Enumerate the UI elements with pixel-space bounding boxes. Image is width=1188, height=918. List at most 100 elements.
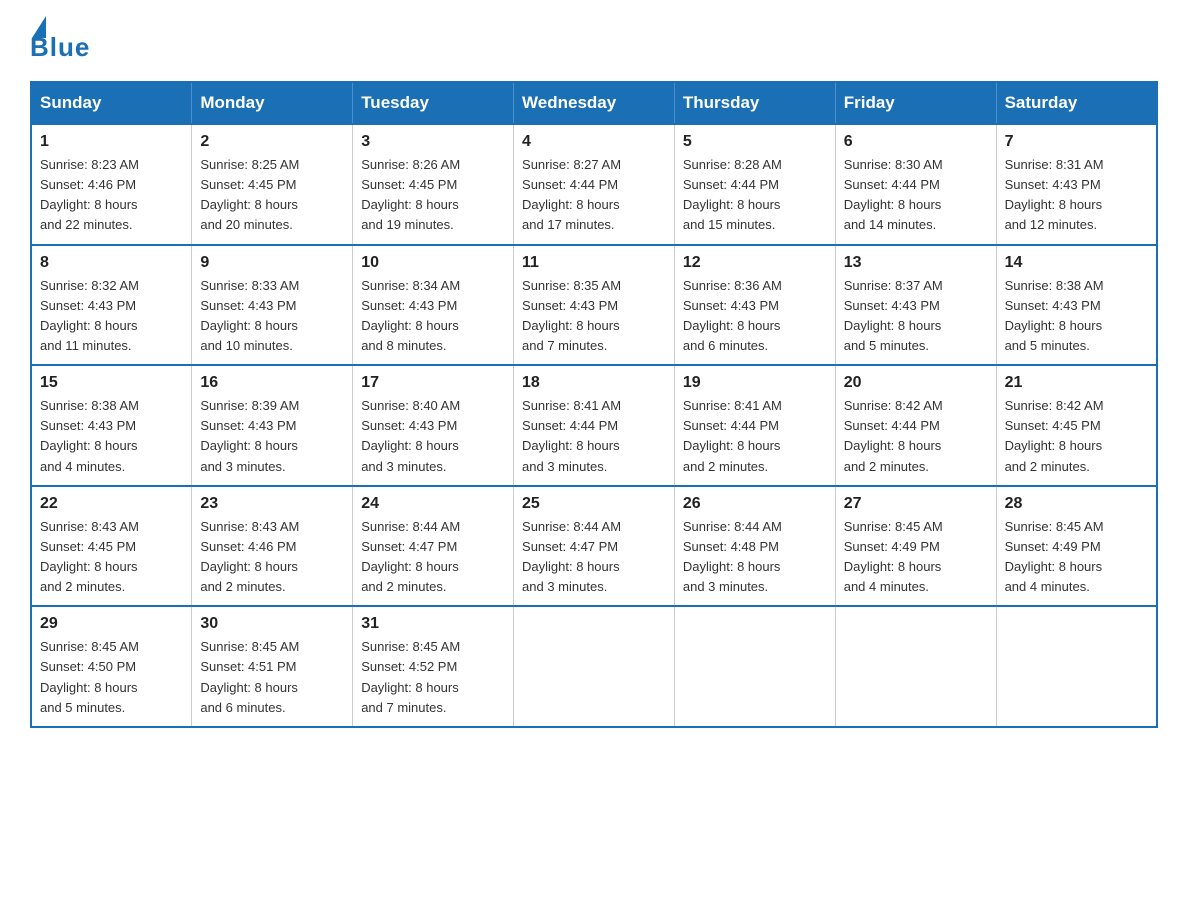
day-info: Sunrise: 8:37 AMSunset: 4:43 PMDaylight:…	[844, 276, 988, 357]
day-number: 25	[522, 495, 666, 513]
day-number: 1	[40, 133, 183, 151]
day-info: Sunrise: 8:33 AMSunset: 4:43 PMDaylight:…	[200, 276, 344, 357]
calendar-day-cell: 1 Sunrise: 8:23 AMSunset: 4:46 PMDaylight…	[31, 124, 192, 245]
calendar-day-cell: 27 Sunrise: 8:45 AMSunset: 4:49 PMDayligh…	[835, 486, 996, 607]
calendar-day-cell: 22Sunrise: 8:43 AMSunset: 4:45 PMDayligh…	[31, 486, 192, 607]
day-info: Sunrise: 8:43 AMSunset: 4:45 PMDaylight:…	[40, 517, 183, 598]
day-number: 13	[844, 254, 988, 272]
day-info: Sunrise: 8:45 AMSunset: 4:49 PMDaylight:…	[1005, 517, 1148, 598]
day-number: 29	[40, 615, 183, 633]
day-number: 20	[844, 374, 988, 392]
calendar-day-cell: 5 Sunrise: 8:28 AMSunset: 4:44 PMDaylight…	[674, 124, 835, 245]
day-info: Sunrise: 8:44 AMSunset: 4:48 PMDaylight:…	[683, 517, 827, 598]
calendar-day-cell: 24 Sunrise: 8:44 AMSunset: 4:47 PMDayligh…	[353, 486, 514, 607]
calendar-day-cell: 4 Sunrise: 8:27 AMSunset: 4:44 PMDaylight…	[514, 124, 675, 245]
day-number: 5	[683, 133, 827, 151]
weekday-header-saturday: Saturday	[996, 82, 1157, 124]
calendar-day-cell	[514, 606, 675, 727]
logo: Blue	[30, 20, 90, 63]
calendar-day-cell: 18Sunrise: 8:41 AMSunset: 4:44 PMDayligh…	[514, 365, 675, 486]
day-number: 14	[1005, 254, 1148, 272]
calendar-day-cell: 9 Sunrise: 8:33 AMSunset: 4:43 PMDaylight…	[192, 245, 353, 366]
day-number: 26	[683, 495, 827, 513]
day-info: Sunrise: 8:28 AMSunset: 4:44 PMDaylight:…	[683, 155, 827, 236]
day-info: Sunrise: 8:35 AMSunset: 4:43 PMDaylight:…	[522, 276, 666, 357]
day-info: Sunrise: 8:26 AMSunset: 4:45 PMDaylight:…	[361, 155, 505, 236]
calendar-day-cell	[674, 606, 835, 727]
day-info: Sunrise: 8:30 AMSunset: 4:44 PMDaylight:…	[844, 155, 988, 236]
day-info: Sunrise: 8:40 AMSunset: 4:43 PMDaylight:…	[361, 396, 505, 477]
day-number: 9	[200, 254, 344, 272]
day-info: Sunrise: 8:23 AMSunset: 4:46 PMDaylight:…	[40, 155, 183, 236]
calendar-header-row: SundayMondayTuesdayWednesdayThursdayFrid…	[31, 82, 1157, 124]
day-info: Sunrise: 8:41 AMSunset: 4:44 PMDaylight:…	[683, 396, 827, 477]
calendar-day-cell: 17 Sunrise: 8:40 AMSunset: 4:43 PMDayligh…	[353, 365, 514, 486]
day-number: 17	[361, 374, 505, 392]
weekday-header-thursday: Thursday	[674, 82, 835, 124]
day-number: 15	[40, 374, 183, 392]
weekday-header-friday: Friday	[835, 82, 996, 124]
day-info: Sunrise: 8:39 AMSunset: 4:43 PMDaylight:…	[200, 396, 344, 477]
day-info: Sunrise: 8:44 AMSunset: 4:47 PMDaylight:…	[361, 517, 505, 598]
day-number: 28	[1005, 495, 1148, 513]
page-header: Blue	[30, 20, 1158, 63]
weekday-header-wednesday: Wednesday	[514, 82, 675, 124]
day-number: 12	[683, 254, 827, 272]
day-number: 6	[844, 133, 988, 151]
calendar-week-row: 29Sunrise: 8:45 AMSunset: 4:50 PMDayligh…	[31, 606, 1157, 727]
day-info: Sunrise: 8:45 AMSunset: 4:52 PMDaylight:…	[361, 637, 505, 718]
calendar-day-cell: 11 Sunrise: 8:35 AMSunset: 4:43 PMDayligh…	[514, 245, 675, 366]
calendar-day-cell: 26 Sunrise: 8:44 AMSunset: 4:48 PMDayligh…	[674, 486, 835, 607]
calendar-day-cell: 10 Sunrise: 8:34 AMSunset: 4:43 PMDayligh…	[353, 245, 514, 366]
calendar-day-cell: 21 Sunrise: 8:42 AMSunset: 4:45 PMDayligh…	[996, 365, 1157, 486]
day-number: 3	[361, 133, 505, 151]
calendar-day-cell: 23Sunrise: 8:43 AMSunset: 4:46 PMDayligh…	[192, 486, 353, 607]
day-number: 30	[200, 615, 344, 633]
calendar-day-cell: 8Sunrise: 8:32 AMSunset: 4:43 PMDaylight…	[31, 245, 192, 366]
day-number: 11	[522, 254, 666, 272]
calendar-day-cell: 15Sunrise: 8:38 AMSunset: 4:43 PMDayligh…	[31, 365, 192, 486]
day-info: Sunrise: 8:44 AMSunset: 4:47 PMDaylight:…	[522, 517, 666, 598]
day-number: 19	[683, 374, 827, 392]
day-info: Sunrise: 8:42 AMSunset: 4:44 PMDaylight:…	[844, 396, 988, 477]
weekday-header-monday: Monday	[192, 82, 353, 124]
day-number: 21	[1005, 374, 1148, 392]
day-number: 23	[200, 495, 344, 513]
day-info: Sunrise: 8:27 AMSunset: 4:44 PMDaylight:…	[522, 155, 666, 236]
day-info: Sunrise: 8:45 AMSunset: 4:51 PMDaylight:…	[200, 637, 344, 718]
day-number: 2	[200, 133, 344, 151]
calendar-table: SundayMondayTuesdayWednesdayThursdayFrid…	[30, 81, 1158, 728]
calendar-day-cell: 14Sunrise: 8:38 AMSunset: 4:43 PMDayligh…	[996, 245, 1157, 366]
calendar-week-row: 22Sunrise: 8:43 AMSunset: 4:45 PMDayligh…	[31, 486, 1157, 607]
logo-underline: Blue	[30, 32, 90, 63]
day-info: Sunrise: 8:42 AMSunset: 4:45 PMDaylight:…	[1005, 396, 1148, 477]
calendar-day-cell: 20 Sunrise: 8:42 AMSunset: 4:44 PMDayligh…	[835, 365, 996, 486]
day-number: 24	[361, 495, 505, 513]
calendar-day-cell: 19 Sunrise: 8:41 AMSunset: 4:44 PMDayligh…	[674, 365, 835, 486]
calendar-day-cell: 6 Sunrise: 8:30 AMSunset: 4:44 PMDaylight…	[835, 124, 996, 245]
calendar-day-cell: 25 Sunrise: 8:44 AMSunset: 4:47 PMDayligh…	[514, 486, 675, 607]
calendar-day-cell: 13 Sunrise: 8:37 AMSunset: 4:43 PMDayligh…	[835, 245, 996, 366]
calendar-day-cell	[996, 606, 1157, 727]
day-info: Sunrise: 8:34 AMSunset: 4:43 PMDaylight:…	[361, 276, 505, 357]
calendar-day-cell: 28 Sunrise: 8:45 AMSunset: 4:49 PMDayligh…	[996, 486, 1157, 607]
calendar-week-row: 15Sunrise: 8:38 AMSunset: 4:43 PMDayligh…	[31, 365, 1157, 486]
calendar-day-cell: 7Sunrise: 8:31 AMSunset: 4:43 PMDaylight…	[996, 124, 1157, 245]
weekday-header-sunday: Sunday	[31, 82, 192, 124]
day-number: 8	[40, 254, 183, 272]
calendar-week-row: 1 Sunrise: 8:23 AMSunset: 4:46 PMDaylight…	[31, 124, 1157, 245]
day-number: 4	[522, 133, 666, 151]
day-info: Sunrise: 8:36 AMSunset: 4:43 PMDaylight:…	[683, 276, 827, 357]
calendar-day-cell: 2Sunrise: 8:25 AMSunset: 4:45 PMDaylight…	[192, 124, 353, 245]
day-number: 27	[844, 495, 988, 513]
calendar-day-cell: 29Sunrise: 8:45 AMSunset: 4:50 PMDayligh…	[31, 606, 192, 727]
day-number: 10	[361, 254, 505, 272]
calendar-day-cell: 3 Sunrise: 8:26 AMSunset: 4:45 PMDaylight…	[353, 124, 514, 245]
calendar-day-cell: 30 Sunrise: 8:45 AMSunset: 4:51 PMDayligh…	[192, 606, 353, 727]
day-number: 16	[200, 374, 344, 392]
weekday-header-tuesday: Tuesday	[353, 82, 514, 124]
day-info: Sunrise: 8:41 AMSunset: 4:44 PMDaylight:…	[522, 396, 666, 477]
calendar-day-cell: 16 Sunrise: 8:39 AMSunset: 4:43 PMDayligh…	[192, 365, 353, 486]
day-info: Sunrise: 8:45 AMSunset: 4:49 PMDaylight:…	[844, 517, 988, 598]
day-info: Sunrise: 8:31 AMSunset: 4:43 PMDaylight:…	[1005, 155, 1148, 236]
